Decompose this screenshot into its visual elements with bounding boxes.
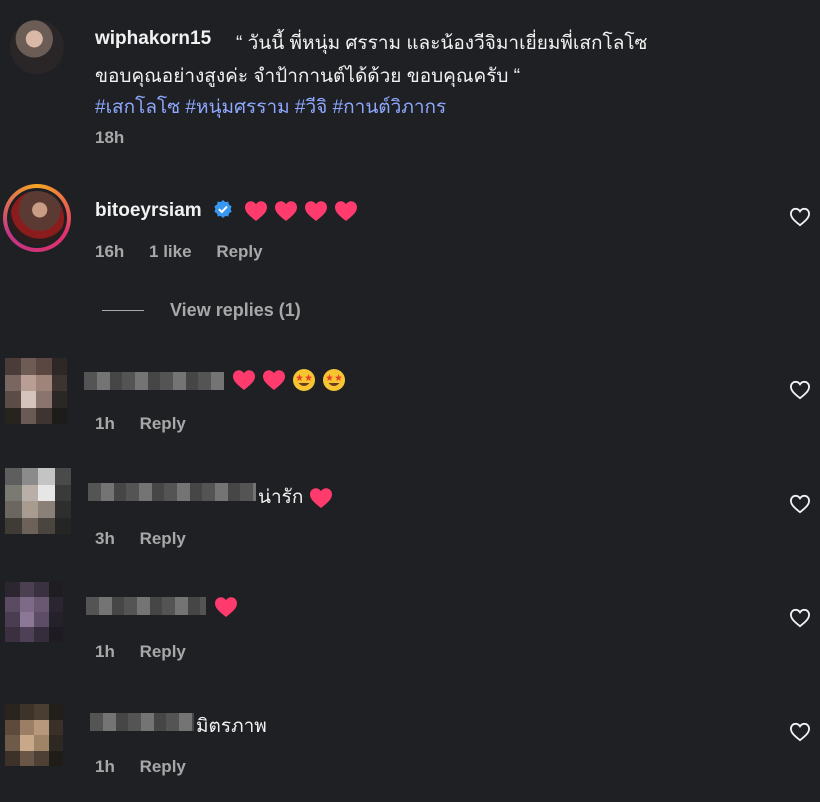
- reply-meta: 1h Reply: [95, 642, 186, 662]
- star-struck-emoji-icon: [293, 369, 315, 391]
- commenter-avatar[interactable]: [3, 184, 71, 252]
- reply-meta: 1h Reply: [95, 757, 186, 777]
- view-replies-divider: [102, 310, 144, 311]
- reply-time: 1h: [95, 757, 115, 776]
- redacted-username: [84, 372, 224, 390]
- reply-avatar[interactable]: [5, 704, 63, 766]
- redacted-username: [88, 483, 256, 501]
- commenter-username[interactable]: bitoeyrsiam: [95, 200, 202, 221]
- like-heart-icon[interactable]: [789, 494, 811, 514]
- reply-time: 1h: [95, 642, 115, 661]
- reply-text: น่ารัก: [258, 482, 333, 512]
- heart-emoji-icon: [245, 201, 268, 221]
- heart-emoji-icon: [275, 201, 298, 221]
- reply-text: มิตรภาพ: [196, 716, 267, 737]
- reply-meta: 1h Reply: [95, 414, 186, 434]
- reply-time: 1h: [95, 414, 115, 433]
- reply-button[interactable]: Reply: [216, 242, 262, 261]
- heart-emoji-icon: [305, 201, 328, 221]
- reply-text: [208, 596, 238, 618]
- post-author-username[interactable]: wiphakorn15: [95, 28, 211, 50]
- heart-emoji-icon: [233, 370, 255, 390]
- reply-text: [226, 368, 346, 392]
- reply-avatar[interactable]: [5, 468, 71, 534]
- reply-meta: 3h Reply: [95, 529, 186, 549]
- reply-time: 3h: [95, 529, 115, 548]
- reply-button[interactable]: Reply: [140, 529, 186, 548]
- verified-badge-icon: [214, 200, 232, 218]
- reply-avatar[interactable]: [5, 582, 63, 642]
- heart-emoji-icon: [310, 488, 333, 508]
- reply-avatar[interactable]: [5, 358, 67, 424]
- like-heart-icon[interactable]: [789, 207, 811, 227]
- reply-button[interactable]: Reply: [140, 642, 186, 661]
- post-timestamp: 18h: [95, 128, 125, 147]
- comment-meta: 16h 1 like Reply: [95, 242, 263, 262]
- reply-button[interactable]: Reply: [140, 757, 186, 776]
- caption-line-1: “ วันนี้ พี่หนุ่ม ศรราม และน้องวีจิมาเยี…: [236, 33, 648, 54]
- like-heart-icon[interactable]: [789, 380, 811, 400]
- comment-like-count[interactable]: 1 like: [149, 242, 192, 261]
- view-replies-button[interactable]: View replies (1): [102, 300, 301, 321]
- comment-1: bitoeyrsiam: [95, 199, 358, 222]
- comment-hearts: [238, 200, 358, 221]
- like-heart-icon[interactable]: [789, 722, 811, 742]
- star-struck-emoji-icon: [323, 369, 345, 391]
- redacted-username: [86, 597, 206, 615]
- post-author-avatar[interactable]: [10, 20, 64, 74]
- caption-line-2: ขอบคุณอย่างสูงค่ะ จำป้ากานต์ได้ด้วย ขอบค…: [95, 66, 521, 87]
- like-heart-icon[interactable]: [789, 608, 811, 628]
- heart-emoji-icon: [335, 201, 358, 221]
- reply-button[interactable]: Reply: [140, 414, 186, 433]
- heart-emoji-icon: [215, 597, 237, 617]
- redacted-username: [90, 713, 194, 731]
- view-replies-label[interactable]: View replies (1): [170, 300, 301, 321]
- caption-hashtags[interactable]: #เสกโลโซ #หนุ่มศรราม #วีจิ #กานต์วิภากร: [95, 92, 446, 122]
- comment-time: 16h: [95, 242, 125, 261]
- heart-emoji-icon: [263, 370, 285, 390]
